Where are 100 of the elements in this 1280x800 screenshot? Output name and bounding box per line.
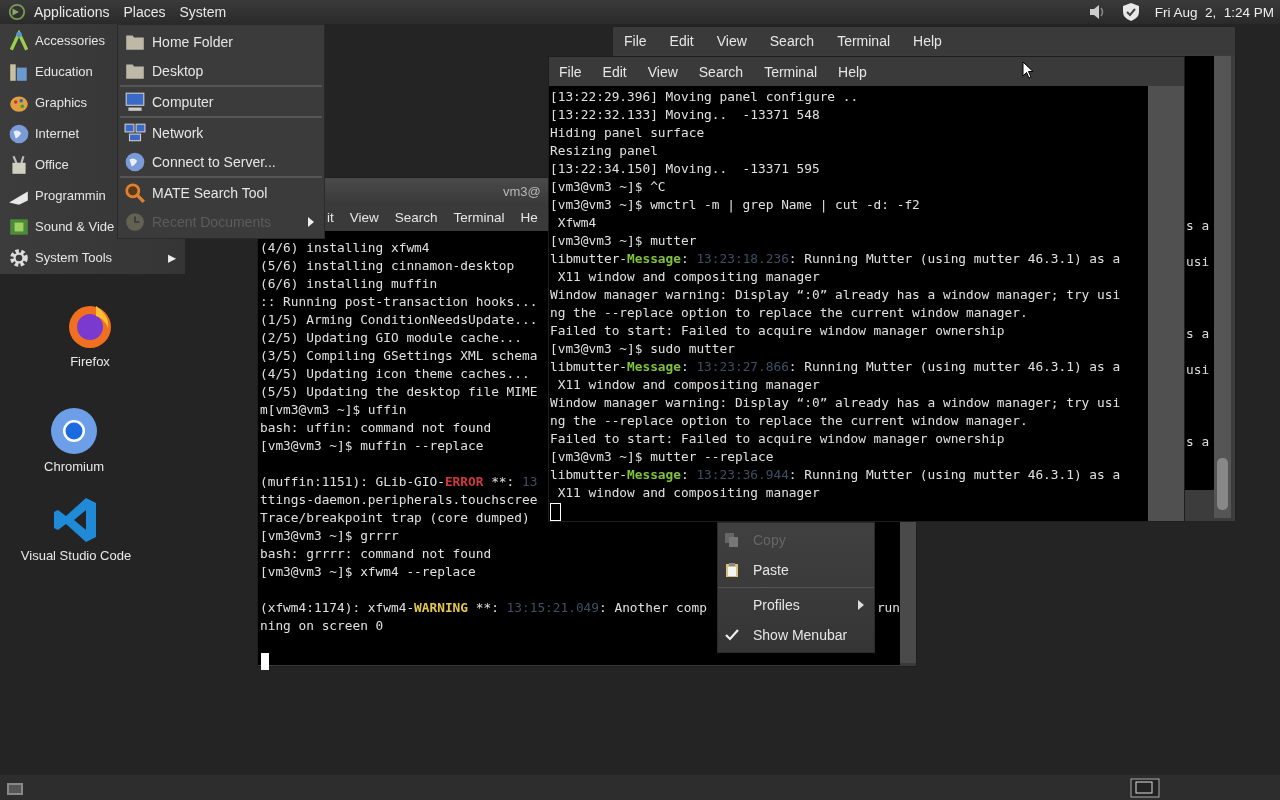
panel-menu[interactable]: Places xyxy=(121,2,172,22)
clock-icon xyxy=(124,210,146,233)
menu-bar-item[interactable]: Search xyxy=(394,210,438,225)
terminal-line: (1/5) Arming ConditionNeedsUpdate... xyxy=(260,311,538,329)
terminal-line: (3/5) Compiling GSettings XML schema xyxy=(260,347,538,365)
menu-item[interactable]: System Tools ▸ xyxy=(0,242,185,273)
terminal-line: [vm3@vm3 ~]$ ^C xyxy=(550,178,666,196)
menu-bar-item[interactable]: Help xyxy=(838,63,867,80)
terminal-line: [vm3@vm3 ~]$ mutter --replace xyxy=(550,448,774,466)
terminal-line: (xfwm4:1174): xfwm4-WARNING **: 13:15:21.049: Another comp xyxy=(260,599,707,617)
terminal-line: bash: grrrr: command not found xyxy=(260,545,492,563)
terminal-line: Trace/breakpoint trap (core dumped) xyxy=(260,509,530,527)
desktop-icon-label[interactable]: Chromium xyxy=(44,459,104,474)
menu-item[interactable]: Show Menubar xyxy=(718,620,874,650)
copy-icon xyxy=(724,532,740,548)
menu-item[interactable]: Home Folder xyxy=(118,27,324,56)
menu-item[interactable]: Desktop xyxy=(118,56,324,85)
submenu-arrow-icon xyxy=(858,600,864,610)
terminal-text: s a xyxy=(1186,434,1210,449)
monitor-icon xyxy=(124,90,146,113)
text-cursor xyxy=(550,503,561,521)
terminal-line: Failed to start: Failed to acquire window manager ownership xyxy=(550,430,1005,448)
terminal-line: libmutter-Message: 13:23:18.236: Running Mutter (using mutter 46.3.1) as a xyxy=(550,250,1121,268)
submenu-arrow: ▸ xyxy=(167,249,176,266)
text-cursor xyxy=(261,653,269,670)
terminal-line: X11 window and compositing manager xyxy=(556,268,820,286)
desktop-icon-label[interactable]: Visual Studio Code xyxy=(20,548,132,563)
menu-bar-item[interactable]: File xyxy=(624,33,647,49)
terminal-line: [vm3@vm3 ~]$ muffin --replace xyxy=(260,437,484,455)
menu-bar-item[interactable]: File xyxy=(559,63,582,80)
terminal-line: (4/6) installing xfwm4 xyxy=(260,239,430,257)
scrollbar[interactable] xyxy=(900,522,916,663)
terminal-line: [13:22:34.150] Moving.. -13371 595 xyxy=(550,160,820,178)
terminal-line: (4/5) Updating icon theme caches... xyxy=(260,365,530,383)
shield-icon[interactable] xyxy=(1120,2,1141,22)
menu-item[interactable]: Profiles xyxy=(718,590,874,620)
terminal-line: m[vm3@vm3 ~]$ uffin xyxy=(260,401,407,419)
search-icon xyxy=(124,181,146,204)
globe-icon xyxy=(8,122,30,145)
terminal-line: Window manager warning: Display “:0” already has a window manager; try usi xyxy=(550,394,1121,412)
scrollbar[interactable] xyxy=(1148,86,1184,521)
terminal-line: bash: uffin: command not found xyxy=(260,419,492,437)
menu-bar-item[interactable]: Terminal xyxy=(453,210,505,225)
menu-bar-item[interactable]: Edit xyxy=(602,63,627,80)
workspace-switcher-icon[interactable] xyxy=(1130,777,1160,798)
menu-bar-item[interactable]: View xyxy=(349,210,379,225)
terminal-text: usi xyxy=(1186,254,1210,269)
terminal-text: usi xyxy=(1186,362,1210,377)
menu-bar-item[interactable]: View xyxy=(647,63,678,80)
terminal-line: (5/5) Updating the desktop file MIME xyxy=(260,383,538,401)
panel-menu[interactable]: Applications xyxy=(32,2,116,22)
terminal-text: s a xyxy=(1186,218,1210,233)
menu-bar-item[interactable]: Search xyxy=(698,63,744,80)
terminal-line: ng the --replace option to replace the current window manager. xyxy=(550,304,1028,322)
gear-icon xyxy=(8,246,30,269)
terminal-line: X11 window and compositing manager xyxy=(556,376,820,394)
terminal-line: (5/6) installing cinnamon-desktop xyxy=(260,257,515,275)
terminal-line: libmutter-Message: 13:23:27.866: Running Mutter (using mutter 46.3.1) as a xyxy=(550,358,1121,376)
terminal-line: Resizing panel xyxy=(550,142,658,160)
menu-item[interactable]: Network xyxy=(118,118,324,147)
menu-bar-item[interactable]: He xyxy=(520,210,538,225)
terminal-line: Failed to start: Failed to acquire window manager ownership xyxy=(550,322,1005,340)
submenu-arrow-icon xyxy=(308,216,314,227)
terminal-line: (muffin:1151): GLib-GIO-ERROR **: 13 xyxy=(260,473,538,491)
terminal-text: run xyxy=(876,599,900,617)
terminal-line: ng the --replace option to replace the current window manager. xyxy=(550,412,1028,430)
logo-icon[interactable] xyxy=(8,3,26,21)
terminal-line: [vm3@vm3 ~]$ grrrr xyxy=(260,527,399,545)
panel-menu[interactable]: System xyxy=(177,2,233,22)
terminal-line: Hiding panel surface xyxy=(550,124,705,142)
menu-bar-item[interactable]: it xyxy=(327,210,334,225)
menu-bar-item[interactable]: Terminal xyxy=(837,33,891,49)
menu-bar-item[interactable]: Search xyxy=(769,33,815,49)
compass-icon xyxy=(8,29,30,52)
terminal-line: (6/6) installing muffin xyxy=(260,275,438,293)
terminal-line: Window manager warning: Display “:0” already has a window manager; try usi xyxy=(550,286,1121,304)
menu-item[interactable]: Connect to Server... xyxy=(118,147,324,176)
terminal-line: ning on screen 0 xyxy=(260,617,384,635)
menu-bar-item[interactable]: Help xyxy=(913,33,942,49)
globe-icon xyxy=(124,150,146,173)
menu-item[interactable]: Paste xyxy=(718,555,874,585)
menu-bar-item[interactable]: Edit xyxy=(669,33,694,49)
terminal-line: [vm3@vm3 ~]$ mutter xyxy=(550,232,697,250)
terminal-line: [vm3@vm3 ~]$ wmctrl -m | grep Name | cut -d: -f2 xyxy=(550,196,920,214)
monitors-icon xyxy=(124,121,146,144)
terminal-line: [13:22:29.396] Moving panel configure .. xyxy=(550,88,859,106)
menu-bar-item[interactable]: Terminal xyxy=(764,63,818,80)
window-title: vm3@ xyxy=(503,183,541,199)
scrollbar[interactable] xyxy=(1214,56,1231,518)
browser-circle-icon[interactable] xyxy=(50,407,98,455)
terminal-line: [vm3@vm3 ~]$ sudo mutter xyxy=(550,340,735,358)
menu-bar-item[interactable]: View xyxy=(716,33,747,49)
terminal-line: ttings-daemon.peripherals.touchscree xyxy=(260,491,538,509)
terminal-text: s a xyxy=(1186,326,1210,341)
clipboard-icon xyxy=(724,562,740,578)
clock[interactable]: Fri Aug 2, 1:24 PM xyxy=(1154,4,1274,20)
menu-item[interactable]: MATE Search Tool xyxy=(118,178,324,207)
menu-item[interactable]: Computer xyxy=(118,87,324,116)
desktop-icon-label[interactable]: Firefox xyxy=(70,354,110,369)
terminal-line: [13:22:32.133] Moving.. -13371 548 xyxy=(550,106,820,124)
